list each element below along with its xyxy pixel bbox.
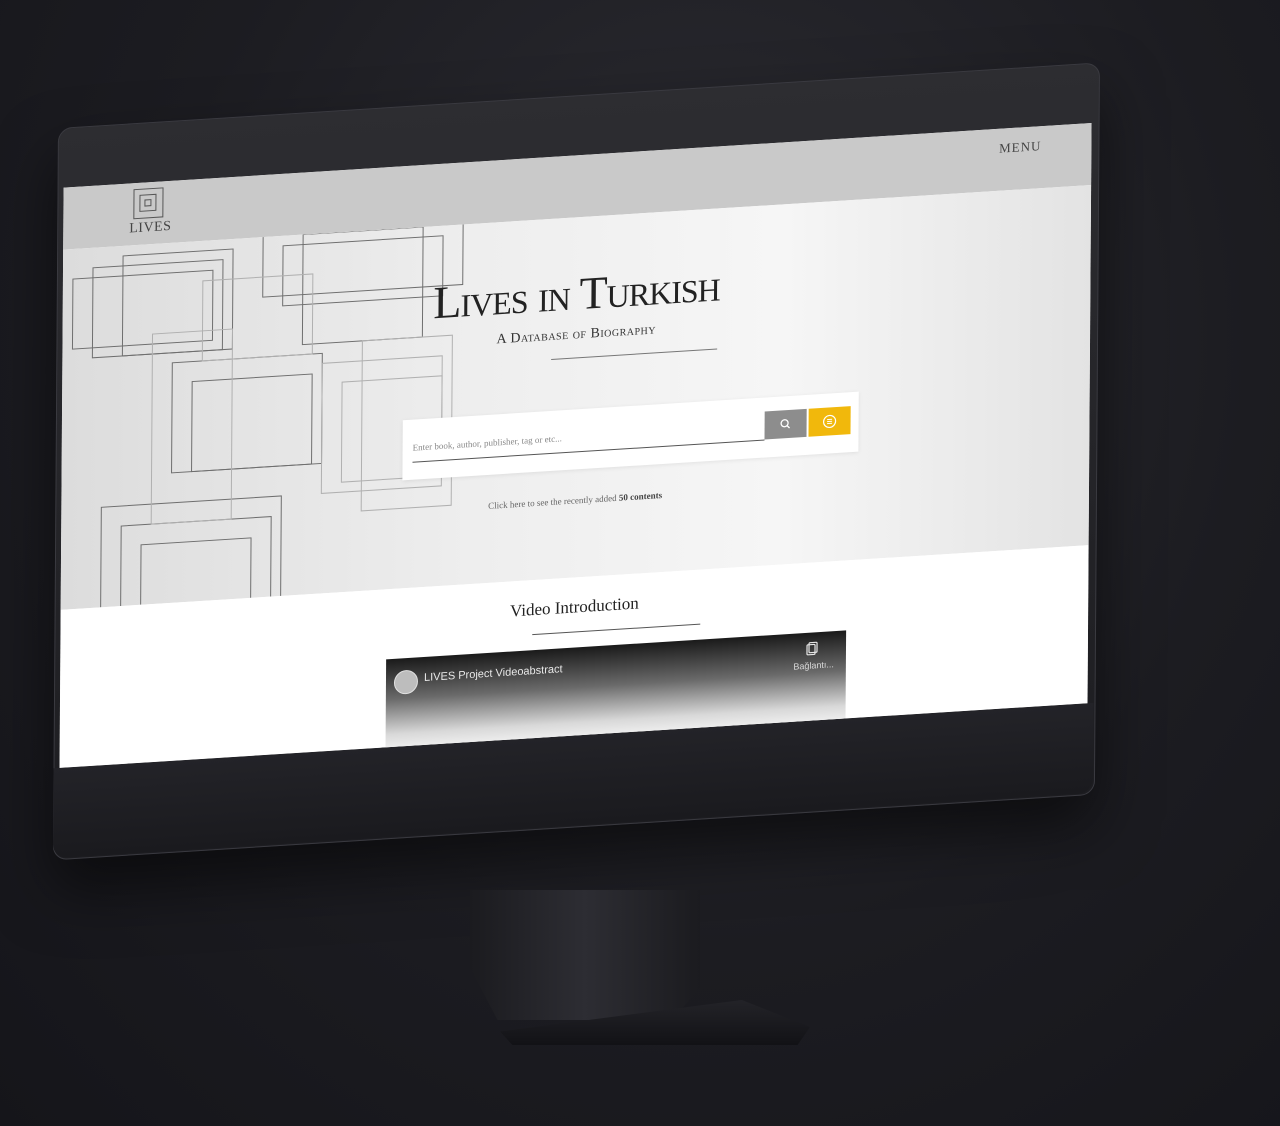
video-label: LIVES Project Videoabstract [423,663,563,684]
menu-button[interactable]: MENU [999,138,1041,157]
logo-spiral-icon [133,187,164,220]
recent-content-link[interactable]: 50 contents [619,490,662,503]
monitor: LIVES MENU Lives in Turkish A Database o… [52,58,1166,948]
site-logo[interactable]: LIVES [129,187,172,246]
search-icon [780,419,791,429]
recent-prefix: Click here to see the recently added [488,492,617,511]
copy-link-label: Bağlantı... [793,659,834,672]
copy-link-icon[interactable] [804,640,820,657]
browse-list-button[interactable] [808,406,851,437]
video-title-divider [532,623,701,636]
logo-text: LIVES [129,218,172,237]
search-button[interactable] [764,408,807,440]
screen: LIVES MENU Lives in Turkish A Database o… [59,122,1092,768]
scene: LIVES MENU Lives in Turkish A Database o… [0,0,1280,1126]
list-icon [822,414,837,429]
hero-section: Lives in Turkish A Database of Biography [60,184,1092,610]
search-input[interactable] [412,411,765,463]
channel-avatar [393,669,419,695]
monitor-stand-neck [470,890,700,1020]
title-divider [551,348,718,360]
